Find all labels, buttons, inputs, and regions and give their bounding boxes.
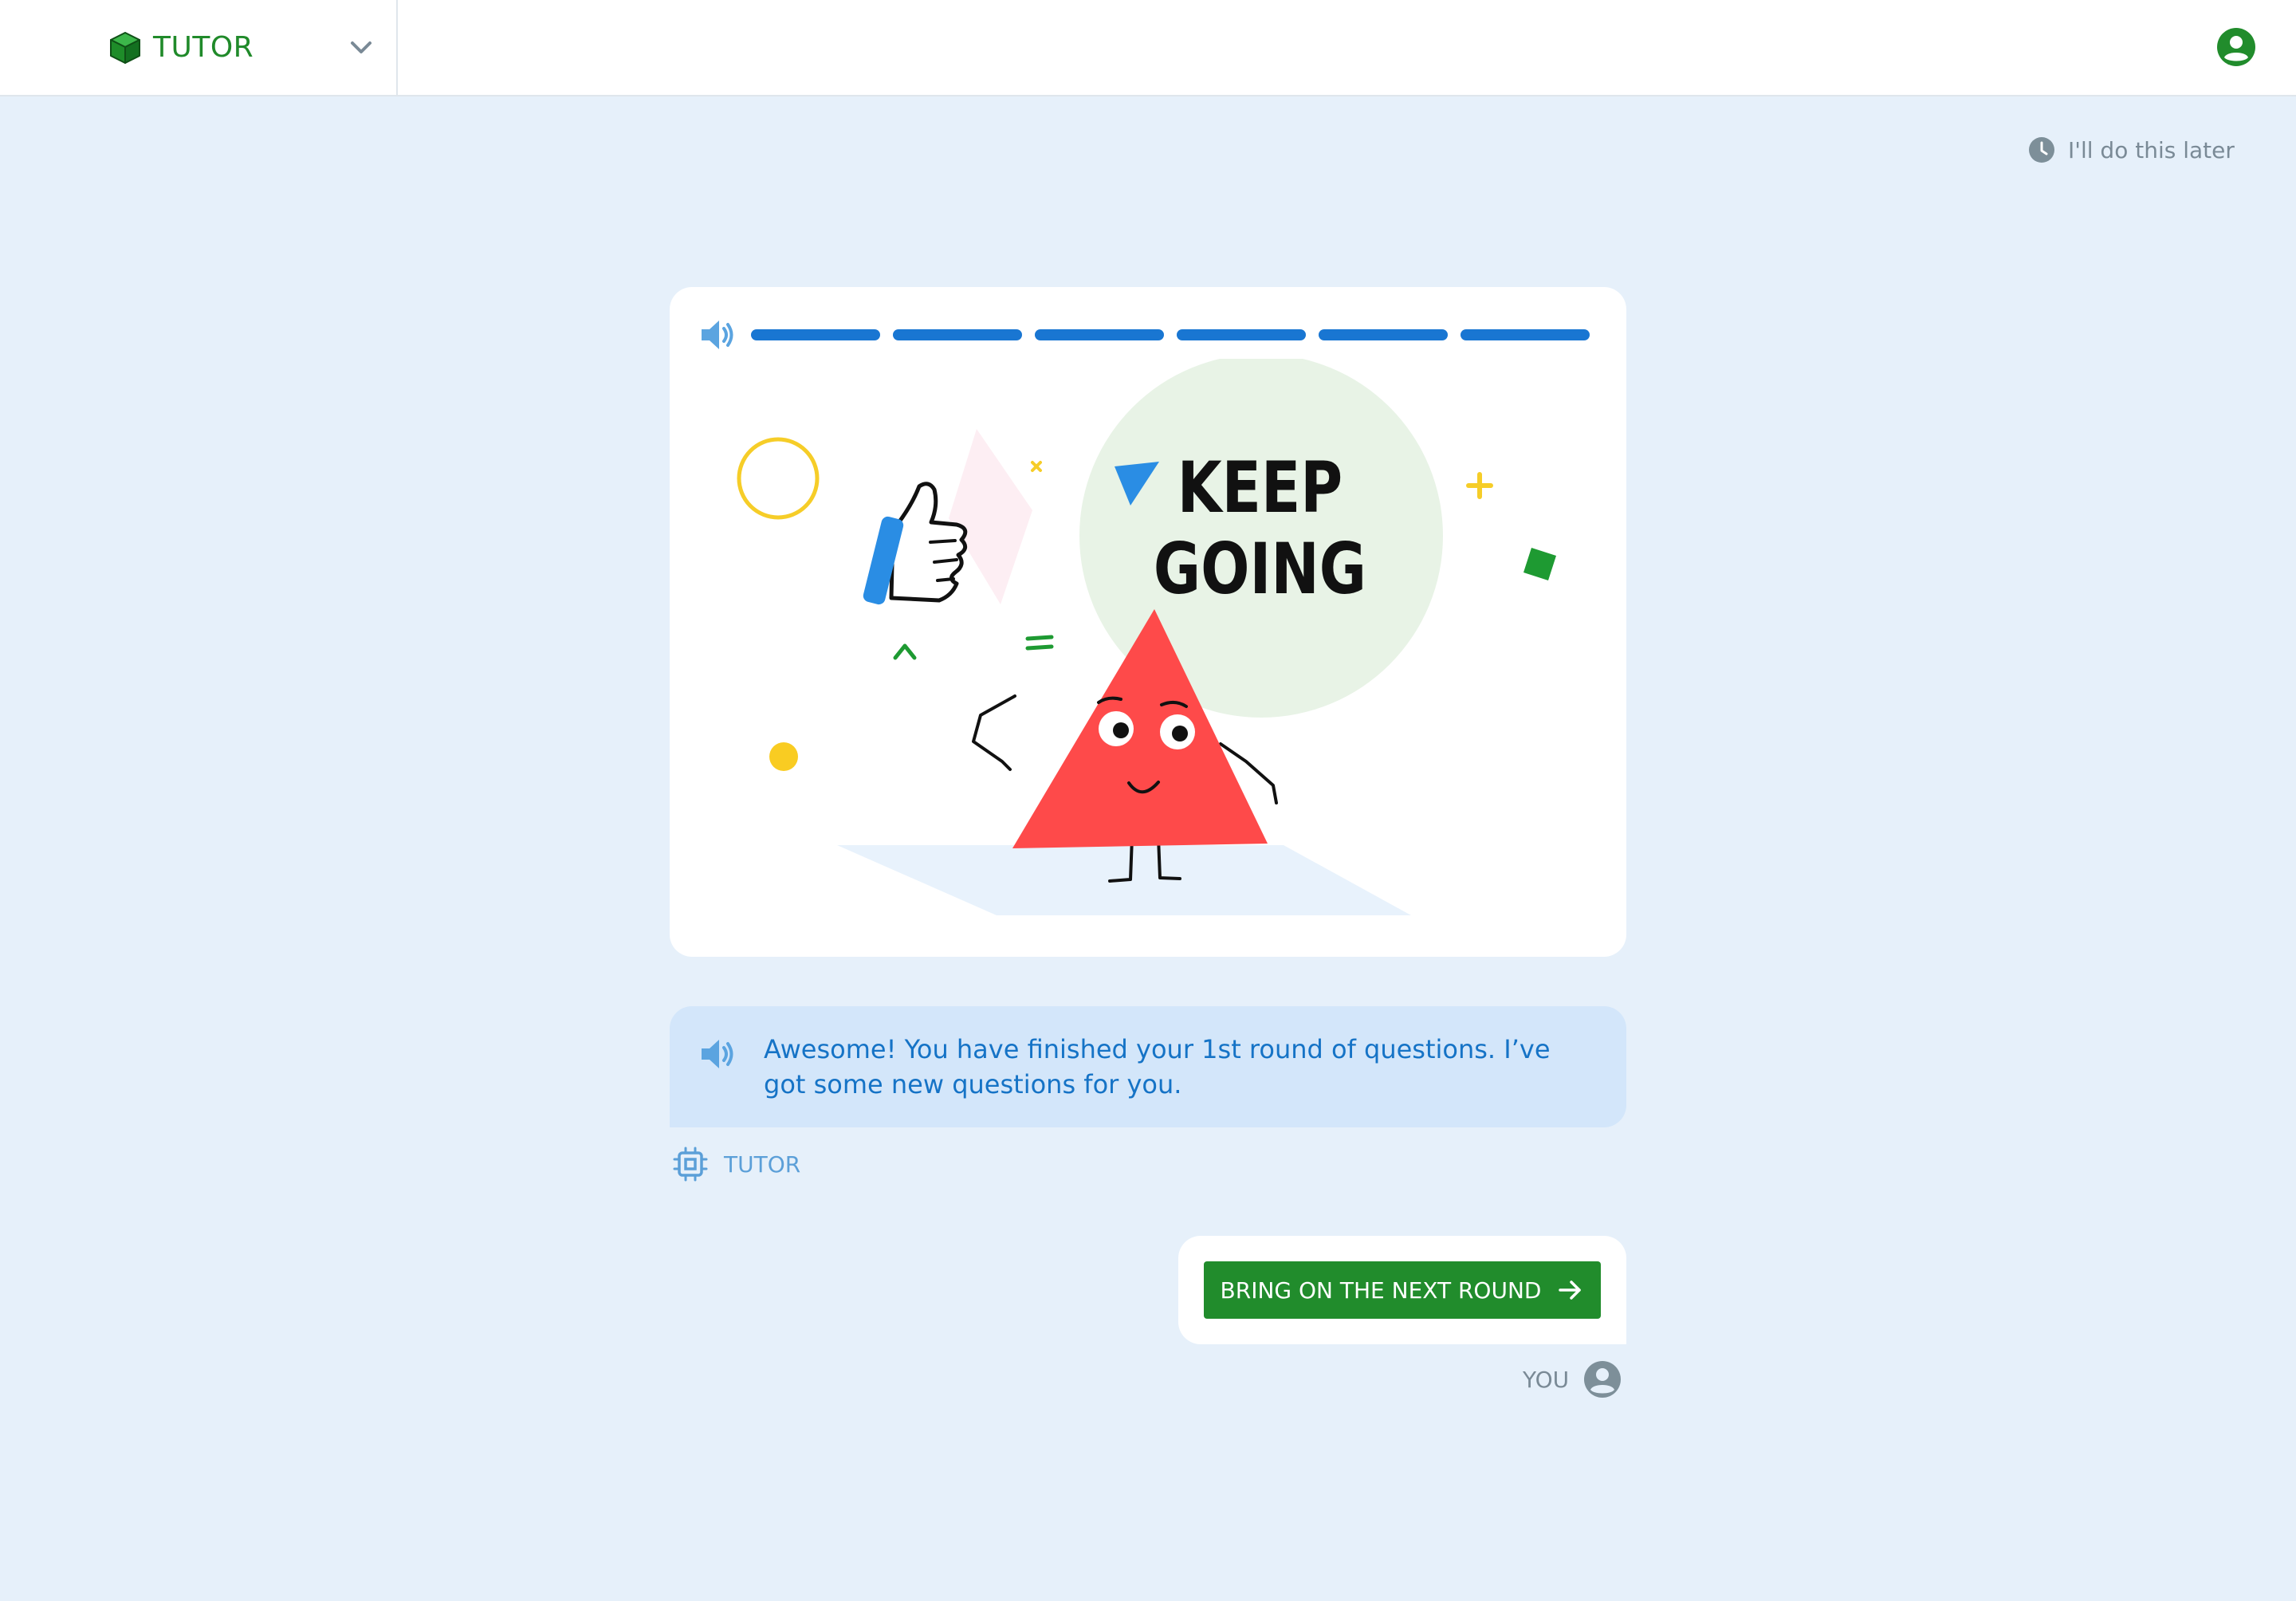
yellow-ring: [737, 437, 820, 520]
yellow-dot: [769, 742, 798, 771]
top-bar: TUTOR: [0, 0, 2296, 96]
speaker-icon[interactable]: [698, 1037, 737, 1072]
green-equals: [1025, 635, 1054, 651]
progress-segment: [1319, 329, 1448, 340]
clock-icon: [2029, 137, 2054, 163]
account-circle-icon[interactable]: [2216, 27, 2256, 67]
cube-icon: [110, 32, 140, 64]
progress-segment: [751, 329, 880, 340]
pink-diamond: [949, 429, 1032, 604]
do-later-label: I'll do this later: [2068, 136, 2235, 163]
next-round-button[interactable]: BRING ON THE NEXT ROUND: [1204, 1261, 1601, 1319]
do-later-link[interactable]: I'll do this later: [2028, 134, 2235, 166]
progress-segment: [893, 329, 1022, 340]
yellow-plus: [1466, 472, 1493, 499]
keep-going-illustration: KEEP GOING: [737, 359, 1556, 915]
green-caret: [893, 643, 917, 660]
chip-icon: [673, 1147, 708, 1182]
green-square: [1523, 548, 1556, 580]
arrow-right-icon: [1559, 1280, 1582, 1300]
brand-name: TUTOR: [153, 31, 254, 64]
progress-bar: [751, 329, 1590, 340]
left-arm: [972, 694, 1016, 771]
tutor-message-text: Awesome! You have finished your 1st roun…: [764, 1034, 1551, 1099]
tutor-message-bubble: Awesome! You have finished your 1st roun…: [670, 1006, 1626, 1127]
account-circle-icon: [1584, 1361, 1622, 1398]
speaker-icon[interactable]: [698, 317, 737, 352]
thumbs-up-hand: [863, 482, 968, 605]
next-round-button-label: BRING ON THE NEXT ROUND: [1220, 1276, 1542, 1304]
tutor-sender-label: TUTOR: [724, 1151, 801, 1178]
user-reply-bubble: BRING ON THE NEXT ROUND: [1178, 1236, 1626, 1344]
keep-going-line1: KEEP: [1177, 446, 1343, 529]
brand-selector[interactable]: TUTOR: [0, 0, 398, 95]
feedback-card: KEEP GOING: [670, 287, 1626, 957]
tutor-sender-tag: TUTOR: [673, 1145, 800, 1183]
chevron-down-icon[interactable]: [348, 37, 375, 59]
progress-segment: [1035, 329, 1164, 340]
keep-going-line2: GOING: [1154, 528, 1366, 610]
progress-segment: [1177, 329, 1306, 340]
small-yellow-cross: [1031, 461, 1042, 472]
user-sender-tag: YOU: [1523, 1359, 1622, 1400]
progress-segment: [1461, 329, 1590, 340]
user-sender-label: YOU: [1523, 1366, 1570, 1393]
